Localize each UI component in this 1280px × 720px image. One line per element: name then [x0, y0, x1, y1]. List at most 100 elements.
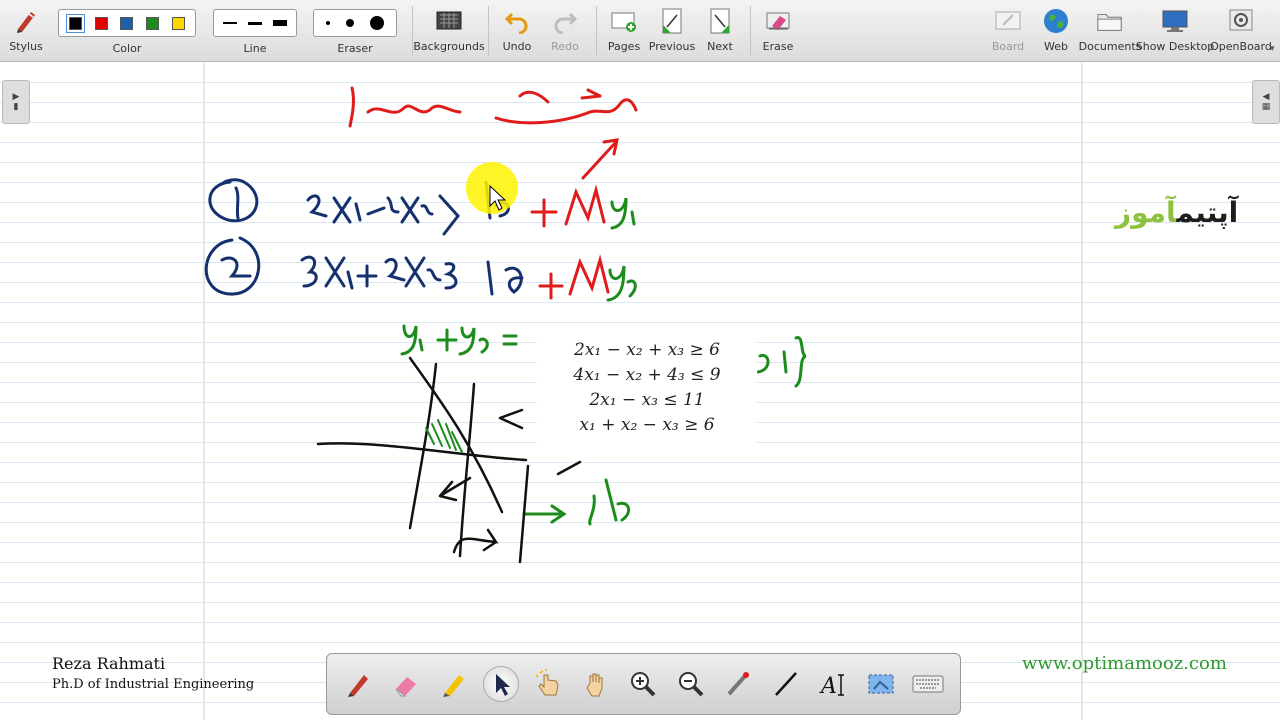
keyboard-icon	[912, 675, 944, 693]
virtual-keyboard-button[interactable]	[910, 666, 946, 702]
toolbar-separator	[750, 6, 751, 56]
eraser-large-option[interactable]	[370, 16, 384, 30]
top-toolbar: Stylus Color Line Eraser Backgrounds Und…	[0, 0, 1280, 62]
next-page-button[interactable]: Next	[700, 0, 740, 62]
backgrounds-button[interactable]: Backgrounds	[413, 0, 485, 62]
eraser-size-palette	[313, 9, 397, 37]
pen-icon	[347, 675, 368, 697]
backgrounds-icon	[435, 6, 463, 36]
text-icon: A	[819, 674, 845, 699]
undo-icon	[503, 6, 531, 36]
settings-icon	[1227, 6, 1255, 36]
color-yellow-swatch[interactable]	[171, 16, 185, 30]
pages-button[interactable]: Pages	[604, 0, 644, 62]
stylus-label: Stylus	[9, 40, 43, 53]
board-margin-line	[203, 63, 205, 720]
add-page-icon	[610, 6, 638, 36]
brand-logo: آپتیمآموز	[1115, 196, 1238, 229]
web-label: Web	[1044, 40, 1068, 53]
stylus-icon	[12, 6, 40, 36]
author-title: Ph.D of Industrial Engineering	[52, 677, 255, 692]
next-label: Next	[707, 40, 733, 53]
undo-button[interactable]: Undo	[498, 0, 536, 62]
constraint-formulas-box: 2x₁ − x₂ + x₃ ≥ 6 4x₁ − x₂ + 4₃ ≤ 9 2x₁ …	[537, 330, 757, 460]
erase-label: Erase	[762, 40, 794, 53]
chevron-left-icon: ◀	[1262, 92, 1270, 102]
line-width-palette	[213, 9, 297, 37]
next-page-icon	[706, 6, 734, 36]
previous-page-button[interactable]: Previous	[648, 0, 696, 62]
erase-button[interactable]: Erase	[758, 0, 798, 62]
redo-button[interactable]: Redo	[546, 0, 584, 62]
erase-icon	[764, 6, 792, 36]
show-desktop-label: Show Desktop	[1135, 40, 1215, 53]
bottom-tool-palette: A	[326, 653, 961, 715]
folder-icon	[1096, 6, 1124, 36]
color-red-swatch[interactable]	[94, 16, 108, 30]
globe-icon	[1042, 6, 1070, 36]
documents-label: Documents	[1078, 40, 1142, 53]
board-icon	[994, 6, 1022, 36]
screen-capture-icon	[868, 674, 894, 694]
laser-pointer-button[interactable]	[720, 666, 756, 702]
brand-logo-part-green: آموز	[1115, 196, 1177, 229]
line-thick-option[interactable]	[272, 20, 287, 26]
formula-line: 2x₁ − x₂ + x₃ ≥ 6	[574, 340, 720, 360]
hand-icon	[586, 673, 603, 697]
redo-label: Redo	[551, 40, 579, 53]
right-panel-toggle[interactable]: ◀ ▦	[1252, 80, 1280, 124]
web-button[interactable]: Web	[1036, 0, 1076, 62]
zoom-in-icon	[631, 672, 656, 697]
highlighter-tool-button[interactable]	[436, 666, 472, 702]
eraser-medium-option[interactable]	[346, 19, 354, 27]
stylus-button[interactable]: Stylus	[6, 0, 46, 62]
page-icon: ▮	[13, 102, 19, 112]
eraser-label: Eraser	[337, 42, 373, 55]
zoom-in-button[interactable]	[625, 666, 661, 702]
select-tool-button[interactable]	[483, 666, 520, 702]
eraser-tool-button[interactable]	[388, 666, 424, 702]
line-icon	[774, 672, 797, 696]
redo-icon	[551, 6, 579, 36]
previous-label: Previous	[648, 40, 696, 53]
toolbar-separator	[596, 6, 597, 56]
openboard-label: OpenBoard	[1210, 40, 1272, 53]
interact-tool-button[interactable]	[531, 666, 567, 702]
highlighter-icon	[442, 675, 464, 697]
svg-text:A: A	[819, 674, 837, 699]
color-black-swatch[interactable]	[66, 13, 86, 33]
color-green-swatch[interactable]	[146, 16, 160, 30]
laser-pointer-icon	[727, 672, 750, 696]
line-medium-option[interactable]	[247, 21, 262, 25]
color-blue-swatch[interactable]	[120, 16, 134, 30]
capture-tool-button[interactable]	[863, 666, 899, 702]
undo-label: Undo	[502, 40, 532, 53]
eraser-small-option[interactable]	[326, 21, 330, 25]
chevron-down-icon[interactable]: ▾	[1270, 44, 1275, 54]
show-desktop-button[interactable]: Show Desktop	[1136, 0, 1214, 62]
line-thin-option[interactable]	[223, 22, 238, 24]
formula-line: 4x₁ − x₂ + 4₃ ≤ 9	[573, 365, 721, 385]
openboard-button[interactable]: OpenBoard	[1210, 0, 1272, 62]
hand-tool-button[interactable]	[578, 666, 614, 702]
website-url: www.optimamooz.com	[1022, 653, 1227, 674]
brand-logo-part-dark: آپتیم	[1176, 196, 1239, 229]
color-palette	[58, 9, 196, 37]
left-panel-toggle[interactable]: ▶ ▮	[2, 80, 30, 124]
chevron-right-icon: ▶	[12, 92, 20, 102]
zoom-out-button[interactable]	[673, 666, 709, 702]
formula-line: 2x₁ − x₃ ≤ 11	[589, 390, 705, 410]
arrow-cursor-icon	[496, 674, 511, 696]
line-tool-button[interactable]	[768, 666, 804, 702]
pen-tool-button[interactable]	[341, 666, 377, 702]
board-button[interactable]: Board	[988, 0, 1028, 62]
previous-page-icon	[658, 6, 686, 36]
text-tool-button[interactable]: A	[815, 666, 851, 702]
library-icon: ▦	[1261, 102, 1271, 112]
pages-label: Pages	[607, 40, 641, 53]
line-label: Line	[243, 42, 267, 55]
eraser-icon	[395, 677, 417, 697]
documents-button[interactable]: Documents	[1079, 0, 1141, 62]
toolbar-separator	[488, 6, 489, 56]
board-margin-line	[1081, 63, 1083, 720]
